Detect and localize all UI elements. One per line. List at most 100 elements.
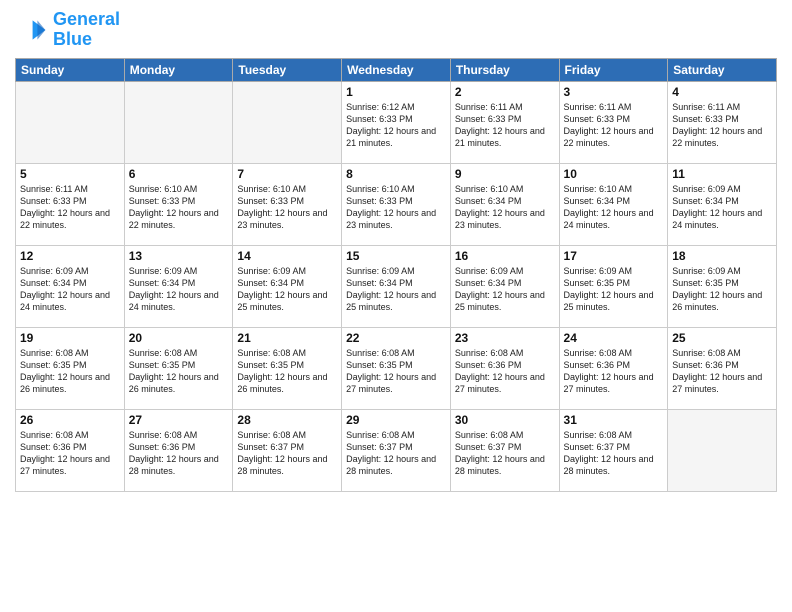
day-number: 12 bbox=[20, 249, 120, 263]
day-info: Sunrise: 6:09 AM Sunset: 6:34 PM Dayligh… bbox=[672, 183, 772, 232]
weekday-header-sunday: Sunday bbox=[16, 58, 125, 81]
calendar-cell: 16Sunrise: 6:09 AM Sunset: 6:34 PM Dayli… bbox=[450, 245, 559, 327]
calendar-cell: 21Sunrise: 6:08 AM Sunset: 6:35 PM Dayli… bbox=[233, 327, 342, 409]
calendar-cell: 4Sunrise: 6:11 AM Sunset: 6:33 PM Daylig… bbox=[668, 81, 777, 163]
calendar-cell: 19 Sunrise: 6:08 AM Sunset: 6:35 PM Dayli… bbox=[16, 327, 125, 409]
calendar-cell: 2 Sunrise: 6:11 AM Sunset: 6:33 PM Daylig… bbox=[450, 81, 559, 163]
day-number: 25 bbox=[672, 331, 772, 345]
calendar-cell: 7 Sunrise: 6:10 AM Sunset: 6:33 PM Daylig… bbox=[233, 163, 342, 245]
calendar-cell: 5 Sunrise: 6:11 AM Sunset: 6:33 PM Daylig… bbox=[16, 163, 125, 245]
day-info: Sunrise: 6:10 AM Sunset: 6:33 PM Dayligh… bbox=[346, 183, 446, 232]
calendar-cell: 31 Sunrise: 6:08 AM Sunset: 6:37 PM Dayli… bbox=[559, 409, 668, 491]
calendar-cell bbox=[124, 81, 233, 163]
calendar-cell: 11 Sunrise: 6:09 AM Sunset: 6:34 PM Dayli… bbox=[668, 163, 777, 245]
day-number: 2 bbox=[455, 85, 555, 99]
calendar-cell: 24Sunrise: 6:08 AM Sunset: 6:36 PM Dayli… bbox=[559, 327, 668, 409]
day-number: 22 bbox=[346, 331, 446, 345]
day-info: Sunrise: 6:12 AM Sunset: 6:33 PM Dayligh… bbox=[346, 101, 446, 150]
day-info: Sunrise: 6:09 AM Sunset: 6:35 PM Dayligh… bbox=[672, 265, 772, 314]
day-number: 14 bbox=[237, 249, 337, 263]
calendar-table: SundayMondayTuesdayWednesdayThursdayFrid… bbox=[15, 58, 777, 492]
day-number: 4 bbox=[672, 85, 772, 99]
logo-text: General Blue bbox=[53, 10, 120, 50]
calendar-cell: 9 Sunrise: 6:10 AM Sunset: 6:34 PM Daylig… bbox=[450, 163, 559, 245]
weekday-header-wednesday: Wednesday bbox=[342, 58, 451, 81]
day-number: 26 bbox=[20, 413, 120, 427]
calendar-cell bbox=[668, 409, 777, 491]
day-number: 29 bbox=[346, 413, 446, 427]
day-info: Sunrise: 6:11 AM Sunset: 6:33 PM Dayligh… bbox=[455, 101, 555, 150]
calendar-cell: 27Sunrise: 6:08 AM Sunset: 6:36 PM Dayli… bbox=[124, 409, 233, 491]
day-info: Sunrise: 6:11 AM Sunset: 6:33 PM Dayligh… bbox=[564, 101, 664, 150]
day-info: Sunrise: 6:08 AM Sunset: 6:36 PM Dayligh… bbox=[129, 429, 229, 478]
week-row-3: 12 Sunrise: 6:09 AM Sunset: 6:34 PM Dayli… bbox=[16, 245, 777, 327]
logo: General Blue bbox=[15, 10, 120, 50]
day-info: Sunrise: 6:08 AM Sunset: 6:35 PM Dayligh… bbox=[20, 347, 120, 396]
day-info: Sunrise: 6:09 AM Sunset: 6:35 PM Dayligh… bbox=[564, 265, 664, 314]
weekday-header-tuesday: Tuesday bbox=[233, 58, 342, 81]
page: General Blue SundayMondayTuesdayWednesda… bbox=[0, 0, 792, 612]
day-number: 11 bbox=[672, 167, 772, 181]
day-info: Sunrise: 6:09 AM Sunset: 6:34 PM Dayligh… bbox=[346, 265, 446, 314]
day-number: 21 bbox=[237, 331, 337, 345]
calendar-cell: 13Sunrise: 6:09 AM Sunset: 6:34 PM Dayli… bbox=[124, 245, 233, 327]
week-row-2: 5 Sunrise: 6:11 AM Sunset: 6:33 PM Daylig… bbox=[16, 163, 777, 245]
day-info: Sunrise: 6:09 AM Sunset: 6:34 PM Dayligh… bbox=[237, 265, 337, 314]
day-info: Sunrise: 6:08 AM Sunset: 6:36 PM Dayligh… bbox=[455, 347, 555, 396]
day-number: 5 bbox=[20, 167, 120, 181]
week-row-5: 26 Sunrise: 6:08 AM Sunset: 6:36 PM Dayli… bbox=[16, 409, 777, 491]
calendar-cell: 30 Sunrise: 6:08 AM Sunset: 6:37 PM Dayli… bbox=[450, 409, 559, 491]
calendar-cell: 10 Sunrise: 6:10 AM Sunset: 6:34 PM Dayli… bbox=[559, 163, 668, 245]
day-info: Sunrise: 6:09 AM Sunset: 6:34 PM Dayligh… bbox=[455, 265, 555, 314]
calendar-cell: 3 Sunrise: 6:11 AM Sunset: 6:33 PM Daylig… bbox=[559, 81, 668, 163]
calendar-cell: 17Sunrise: 6:09 AM Sunset: 6:35 PM Dayli… bbox=[559, 245, 668, 327]
logo-icon bbox=[15, 14, 47, 46]
day-info: Sunrise: 6:08 AM Sunset: 6:35 PM Dayligh… bbox=[129, 347, 229, 396]
calendar-cell: 12 Sunrise: 6:09 AM Sunset: 6:34 PM Dayli… bbox=[16, 245, 125, 327]
calendar-cell: 18 Sunrise: 6:09 AM Sunset: 6:35 PM Dayli… bbox=[668, 245, 777, 327]
day-info: Sunrise: 6:08 AM Sunset: 6:37 PM Dayligh… bbox=[564, 429, 664, 478]
calendar-cell: 6Sunrise: 6:10 AM Sunset: 6:33 PM Daylig… bbox=[124, 163, 233, 245]
day-info: Sunrise: 6:08 AM Sunset: 6:37 PM Dayligh… bbox=[346, 429, 446, 478]
day-info: Sunrise: 6:10 AM Sunset: 6:34 PM Dayligh… bbox=[564, 183, 664, 232]
calendar-cell bbox=[233, 81, 342, 163]
calendar-cell: 26Sunrise: 6:08 AM Sunset: 6:36 PM Dayli… bbox=[16, 409, 125, 491]
day-number: 15 bbox=[346, 249, 446, 263]
day-info: Sunrise: 6:08 AM Sunset: 6:37 PM Dayligh… bbox=[237, 429, 337, 478]
day-number: 1 bbox=[346, 85, 446, 99]
header: General Blue bbox=[15, 10, 777, 50]
day-number: 10 bbox=[564, 167, 664, 181]
day-info: Sunrise: 6:09 AM Sunset: 6:34 PM Dayligh… bbox=[20, 265, 120, 314]
day-number: 20 bbox=[129, 331, 229, 345]
day-number: 28 bbox=[237, 413, 337, 427]
calendar-cell: 23 Sunrise: 6:08 AM Sunset: 6:36 PM Dayli… bbox=[450, 327, 559, 409]
calendar-cell: 20 Sunrise: 6:08 AM Sunset: 6:35 PM Dayli… bbox=[124, 327, 233, 409]
day-info: Sunrise: 6:09 AM Sunset: 6:34 PM Dayligh… bbox=[129, 265, 229, 314]
day-info: Sunrise: 6:10 AM Sunset: 6:33 PM Dayligh… bbox=[237, 183, 337, 232]
day-number: 7 bbox=[237, 167, 337, 181]
calendar-cell: 8 Sunrise: 6:10 AM Sunset: 6:33 PM Daylig… bbox=[342, 163, 451, 245]
day-info: Sunrise: 6:08 AM Sunset: 6:35 PM Dayligh… bbox=[346, 347, 446, 396]
day-number: 9 bbox=[455, 167, 555, 181]
day-number: 23 bbox=[455, 331, 555, 345]
weekday-header-thursday: Thursday bbox=[450, 58, 559, 81]
day-number: 6 bbox=[129, 167, 229, 181]
day-info: Sunrise: 6:08 AM Sunset: 6:36 PM Dayligh… bbox=[672, 347, 772, 396]
day-number: 18 bbox=[672, 249, 772, 263]
week-row-4: 19 Sunrise: 6:08 AM Sunset: 6:35 PM Dayli… bbox=[16, 327, 777, 409]
day-info: Sunrise: 6:08 AM Sunset: 6:37 PM Dayligh… bbox=[455, 429, 555, 478]
day-number: 31 bbox=[564, 413, 664, 427]
day-number: 3 bbox=[564, 85, 664, 99]
calendar-cell: 25 Sunrise: 6:08 AM Sunset: 6:36 PM Dayli… bbox=[668, 327, 777, 409]
day-number: 19 bbox=[20, 331, 120, 345]
calendar-cell: 15 Sunrise: 6:09 AM Sunset: 6:34 PM Dayli… bbox=[342, 245, 451, 327]
calendar-cell: 1 Sunrise: 6:12 AM Sunset: 6:33 PM Daylig… bbox=[342, 81, 451, 163]
calendar-cell: 22 Sunrise: 6:08 AM Sunset: 6:35 PM Dayli… bbox=[342, 327, 451, 409]
weekday-header-row: SundayMondayTuesdayWednesdayThursdayFrid… bbox=[16, 58, 777, 81]
week-row-1: 1 Sunrise: 6:12 AM Sunset: 6:33 PM Daylig… bbox=[16, 81, 777, 163]
day-info: Sunrise: 6:11 AM Sunset: 6:33 PM Dayligh… bbox=[20, 183, 120, 232]
day-number: 8 bbox=[346, 167, 446, 181]
day-number: 30 bbox=[455, 413, 555, 427]
calendar-cell: 29 Sunrise: 6:08 AM Sunset: 6:37 PM Dayli… bbox=[342, 409, 451, 491]
day-info: Sunrise: 6:10 AM Sunset: 6:34 PM Dayligh… bbox=[455, 183, 555, 232]
